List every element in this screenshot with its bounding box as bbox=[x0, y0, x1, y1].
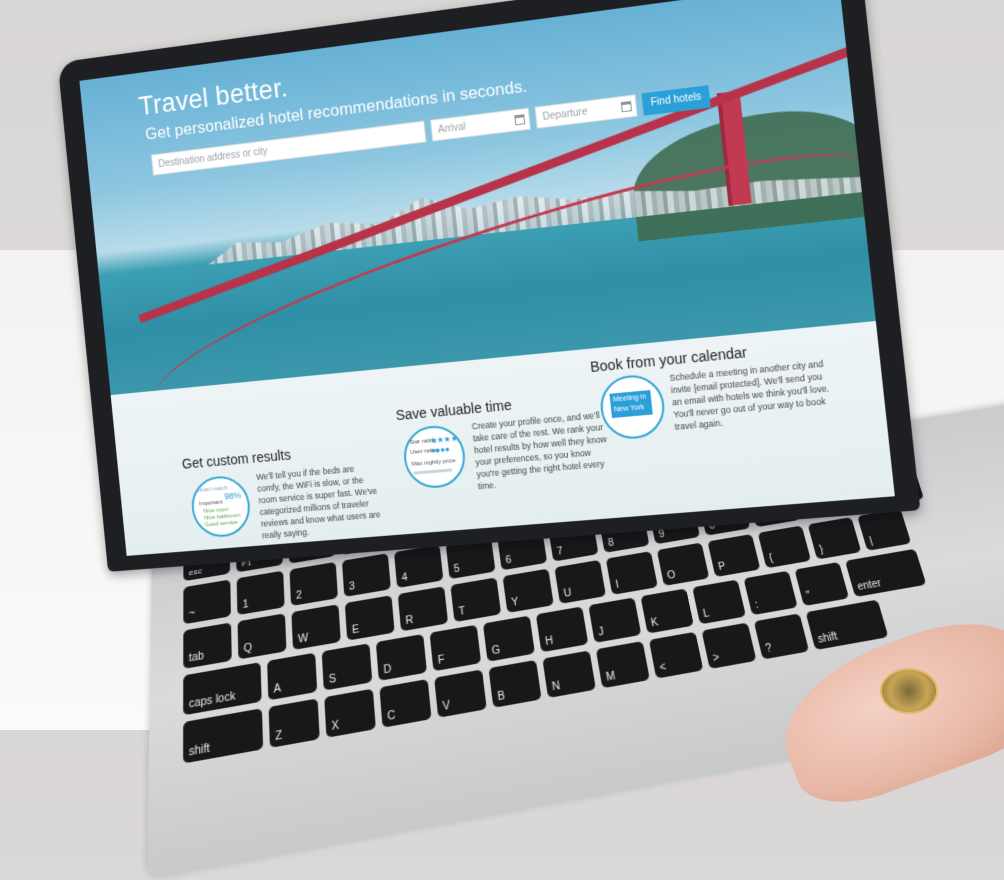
laptop-lid: Travel better. Get personalized hotel re… bbox=[57, 0, 921, 572]
key[interactable]: A bbox=[267, 652, 318, 701]
laptop-photo: escF1F2F3F4F5F6F7F8F9F10F11F12~123456789… bbox=[0, 0, 1004, 880]
key[interactable]: M bbox=[595, 641, 650, 689]
key[interactable]: Y bbox=[502, 568, 554, 613]
key[interactable]: Z bbox=[268, 698, 320, 748]
feature-text: We'll tell you if the beds are comfy, th… bbox=[255, 463, 381, 541]
calendar-icon[interactable] bbox=[514, 114, 526, 126]
departure-placeholder: Departure bbox=[542, 106, 588, 123]
calendar-icon[interactable] bbox=[620, 100, 632, 113]
key[interactable]: E bbox=[344, 595, 395, 641]
feature-text: Create your profile once, and we'll take… bbox=[471, 410, 608, 492]
hotel-match-widget: Hotel match 98% Important Nice room Nice… bbox=[189, 474, 253, 539]
key[interactable]: S bbox=[321, 643, 373, 691]
departure-input[interactable]: Departure bbox=[534, 94, 638, 129]
arrival-input[interactable]: Arrival bbox=[430, 107, 531, 142]
key[interactable]: caps lock bbox=[183, 662, 262, 716]
key[interactable]: 2 bbox=[289, 561, 338, 607]
key[interactable]: P bbox=[707, 534, 761, 578]
meeting-tag: Meeting in New York bbox=[609, 390, 653, 419]
key[interactable]: enter bbox=[845, 548, 927, 598]
key[interactable]: shift bbox=[805, 599, 889, 651]
key[interactable]: < bbox=[648, 631, 704, 679]
key[interactable]: D bbox=[375, 633, 427, 681]
key[interactable]: { bbox=[757, 525, 812, 569]
key[interactable]: K bbox=[640, 588, 694, 634]
arrival-placeholder: Arrival bbox=[437, 121, 467, 136]
match-percent: 98% bbox=[223, 490, 242, 502]
key[interactable]: G bbox=[482, 615, 535, 662]
key[interactable]: U bbox=[554, 559, 607, 604]
key[interactable]: W bbox=[291, 604, 341, 651]
key[interactable]: } bbox=[807, 517, 862, 560]
feature-custom-results: Get custom results Hotel match 98% Impor… bbox=[181, 438, 390, 541]
key[interactable]: N bbox=[542, 650, 596, 699]
key[interactable]: : bbox=[743, 570, 798, 616]
key[interactable]: shift bbox=[183, 708, 264, 764]
ring bbox=[880, 668, 938, 714]
key[interactable]: J bbox=[588, 597, 642, 643]
feature-save-time: Save valuable time Star rating ★★★★ User… bbox=[395, 386, 625, 492]
key[interactable]: H bbox=[535, 606, 589, 653]
feature-text: Schedule a meeting in another city and i… bbox=[669, 358, 830, 432]
key[interactable]: O bbox=[656, 542, 710, 586]
destination-placeholder: Destination address or city bbox=[157, 146, 269, 171]
key[interactable]: Q bbox=[237, 613, 287, 660]
key[interactable]: 3 bbox=[341, 553, 391, 598]
preferences-widget: Star rating ★★★★ User rating ●●●● Max ni… bbox=[401, 423, 468, 491]
key[interactable]: B bbox=[488, 659, 542, 708]
key[interactable]: 1 bbox=[236, 570, 285, 616]
key[interactable]: R bbox=[397, 586, 449, 632]
key[interactable]: F bbox=[429, 624, 482, 672]
key[interactable]: L bbox=[692, 579, 747, 625]
key[interactable]: ~ bbox=[183, 579, 231, 625]
price-slider[interactable] bbox=[413, 468, 453, 475]
important-label: Important bbox=[198, 499, 223, 508]
key[interactable]: I bbox=[605, 551, 658, 595]
star-icon: ★★★★ bbox=[429, 433, 459, 446]
key[interactable]: T bbox=[450, 577, 502, 623]
website-screen: Travel better. Get personalized hotel re… bbox=[79, 0, 895, 556]
key[interactable]: " bbox=[794, 561, 850, 607]
key[interactable]: X bbox=[324, 688, 376, 738]
key[interactable]: tab bbox=[183, 622, 232, 669]
key[interactable]: | bbox=[857, 508, 912, 551]
dot-icon: ●●●● bbox=[430, 444, 451, 456]
max-price-label: Max nightly price bbox=[411, 458, 456, 468]
match-item: Good service bbox=[204, 519, 238, 529]
key[interactable]: ? bbox=[753, 613, 810, 660]
key[interactable]: V bbox=[434, 669, 487, 718]
key[interactable]: 4 bbox=[393, 544, 444, 589]
key[interactable]: C bbox=[379, 679, 432, 728]
key[interactable]: > bbox=[701, 622, 757, 670]
